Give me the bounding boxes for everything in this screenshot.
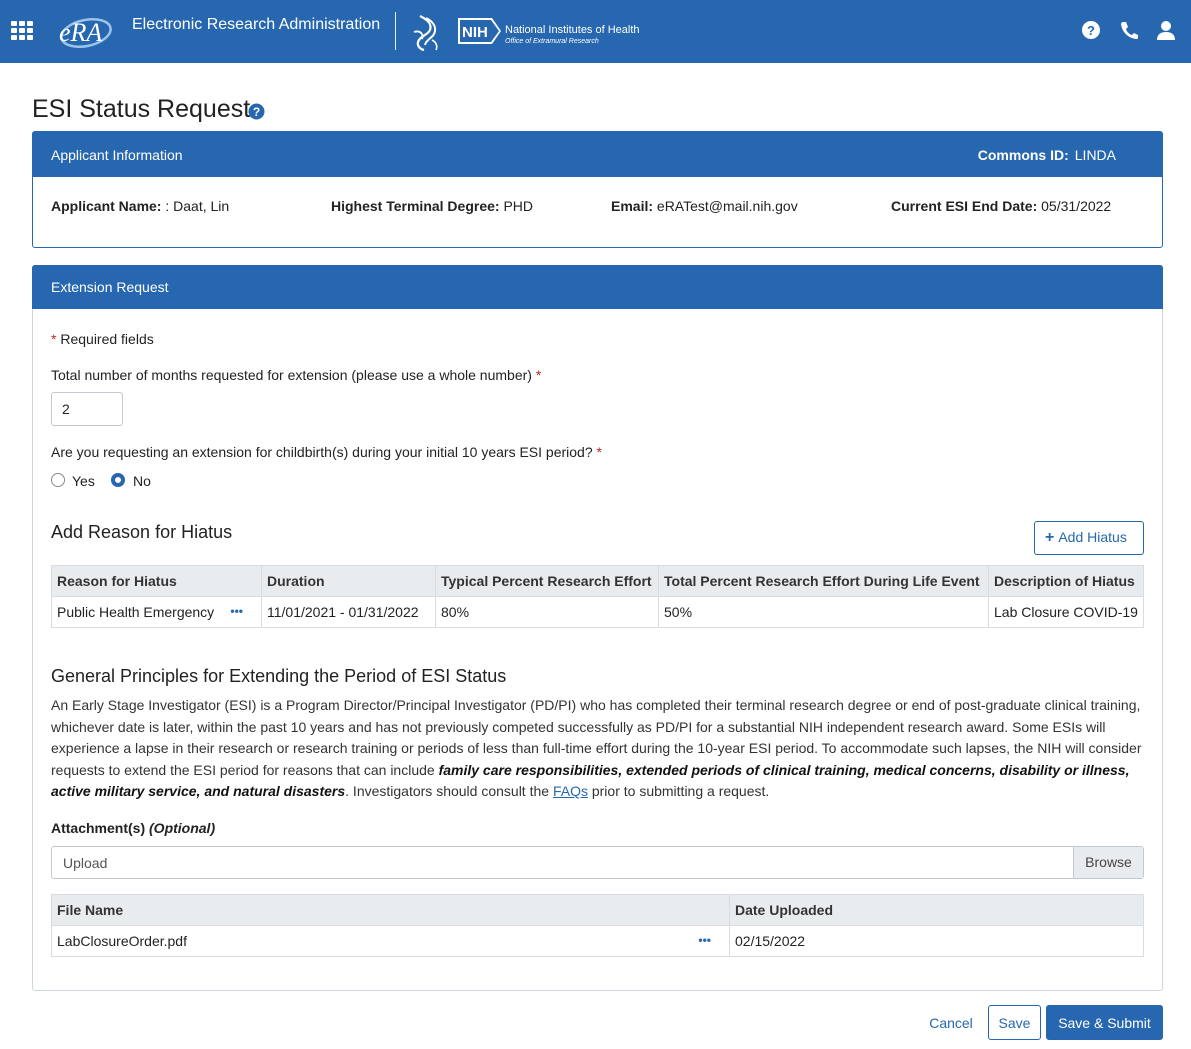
nih-name: National Institutes of Health <box>505 24 640 36</box>
hiatus-reason: Public Health Emergency <box>57 604 215 620</box>
col-date-uploaded[interactable]: Date Uploaded <box>729 894 1144 926</box>
attachments-table: File Name Date Uploaded LabClosureOrder.… <box>51 894 1144 957</box>
months-question: Total number of months requested for ext… <box>51 367 542 383</box>
childbirth-question: Are you requesting an extension for chil… <box>51 444 602 460</box>
nih-logo: NIH <box>458 18 501 44</box>
title-help-icon[interactable]: ? <box>248 103 265 120</box>
yes-label[interactable]: Yes <box>72 473 95 489</box>
yes-radio[interactable] <box>51 473 65 487</box>
attachments-label: Attachment(s) (Optional) <box>51 820 215 836</box>
era-logo[interactable]: eRA <box>56 14 112 48</box>
commons-id-label: Commons ID: <box>977 147 1069 163</box>
file-name: LabClosureOrder.pdf <box>57 933 187 949</box>
col-total-effort[interactable]: Total Percent Research Effort During Lif… <box>658 565 989 597</box>
email-label: Email: <box>611 198 654 214</box>
principles-text-2: . Investigators should consult the <box>345 783 553 799</box>
no-radio[interactable] <box>111 473 125 487</box>
ellipsis-icon[interactable]: ••• <box>698 933 711 947</box>
col-duration[interactable]: Duration <box>261 565 436 597</box>
table-row: Public Health Emergency ••• 11/01/2021 - … <box>51 596 1144 628</box>
esi-end-value: 05/31/2022 <box>1041 198 1112 214</box>
applicant-name-label: Applicant Name: <box>51 198 162 214</box>
extension-request-title: Extension Request <box>51 279 169 295</box>
degree-value: PHD <box>503 198 534 214</box>
faq-link[interactable]: FAQs <box>553 783 588 799</box>
file-name-cell: LabClosureOrder.pdf ••• <box>51 925 730 957</box>
save-button[interactable]: Save <box>988 1005 1041 1040</box>
upload-placeholder: Upload <box>63 855 108 871</box>
add-hiatus-button[interactable]: + Add Hiatus <box>1034 521 1144 555</box>
top-bar: eRA Electronic Research Administration N… <box>0 0 1191 63</box>
months-input[interactable] <box>51 392 123 426</box>
required-note-text: Required fields <box>60 331 154 347</box>
hhs-logo-icon <box>413 15 438 52</box>
grid-menu-icon[interactable] <box>11 21 33 40</box>
svg-text:NIH: NIH <box>462 24 488 41</box>
childbirth-question-text: Are you requesting an extension for chil… <box>51 444 593 460</box>
email: Email: eRATest@mail.nih.gov <box>611 198 798 214</box>
col-typical-effort[interactable]: Typical Percent Research Effort <box>435 565 659 597</box>
nih-office: Office of Extramural Research <box>505 38 599 45</box>
required-note: * Required fields <box>51 331 154 347</box>
commons-id-value: LINDA <box>1074 147 1116 163</box>
browse-button[interactable]: Browse <box>1073 847 1143 878</box>
attachments-optional: (Optional) <box>149 820 216 836</box>
date-uploaded: 02/15/2022 <box>729 925 1144 957</box>
hiatus-section-title: Add Reason for Hiatus <box>51 522 233 542</box>
principles-text: An Early Stage Investigator (ESI) is a P… <box>51 695 1143 803</box>
hiatus-table: Reason for Hiatus Duration Typical Perce… <box>51 565 1144 628</box>
hiatus-total: 50% <box>658 596 989 628</box>
app-name: Electronic Research Administration <box>132 16 381 33</box>
principles-text-3: prior to submitting a request. <box>587 783 770 799</box>
hiatus-duration: 11/01/2021 - 01/31/2022 <box>261 596 436 628</box>
user-icon[interactable] <box>1155 19 1177 41</box>
commons-id: Commons ID: LINDA <box>978 147 1116 163</box>
attachments-table-header: File Name Date Uploaded <box>51 894 1144 926</box>
attachments-label-text: Attachment(s) <box>51 820 146 836</box>
hiatus-typical: 80% <box>435 596 659 628</box>
applicant-info-header: Applicant Information Commons ID: LINDA <box>33 132 1162 177</box>
header-divider <box>395 12 396 50</box>
svg-text:?: ? <box>253 105 260 119</box>
applicant-name: Applicant Name: : Daat, Lin <box>51 198 229 214</box>
svg-text:?: ? <box>1087 23 1095 38</box>
svg-text:eRA: eRA <box>59 18 102 47</box>
applicant-info-title: Applicant Information <box>51 147 183 163</box>
table-row: LabClosureOrder.pdf ••• 02/15/2022 <box>51 925 1144 957</box>
hiatus-table-header: Reason for Hiatus Duration Typical Perce… <box>51 565 1144 597</box>
col-reason[interactable]: Reason for Hiatus <box>51 565 262 597</box>
plus-icon: + <box>1045 529 1055 546</box>
months-question-text: Total number of months requested for ext… <box>51 367 532 383</box>
highest-degree: Highest Terminal Degree: PHD <box>331 198 533 214</box>
esi-end-label: Current ESI End Date: <box>891 198 1038 214</box>
save-submit-button[interactable]: Save & Submit <box>1046 1005 1163 1040</box>
col-file-name[interactable]: File Name <box>51 894 730 926</box>
no-label[interactable]: No <box>133 473 151 489</box>
applicant-info-panel: Applicant Information Commons ID: LINDA A… <box>32 131 1163 248</box>
page-title: ESI Status Request <box>32 95 251 123</box>
esi-end-date: Current ESI End Date: 05/31/2022 <box>891 198 1111 214</box>
ellipsis-icon[interactable]: ••• <box>230 604 243 618</box>
email-value: eRATest@mail.nih.gov <box>656 198 798 214</box>
add-hiatus-label: Add Hiatus <box>1058 529 1127 545</box>
extension-request-header: Extension Request <box>32 265 1163 309</box>
principles-title: General Principles for Extending the Per… <box>51 666 507 686</box>
degree-label: Highest Terminal Degree: <box>331 198 500 214</box>
hiatus-description: Lab Closure COVID-19 <box>988 596 1144 628</box>
hiatus-reason-cell: Public Health Emergency ••• <box>51 596 262 628</box>
phone-icon[interactable] <box>1118 19 1140 41</box>
upload-field[interactable]: Upload Browse <box>51 846 1144 879</box>
col-description[interactable]: Description of Hiatus <box>988 565 1144 597</box>
help-icon[interactable]: ? <box>1080 19 1102 41</box>
cancel-button[interactable]: Cancel <box>922 1005 980 1040</box>
applicant-name-value: : Daat, Lin <box>165 198 230 214</box>
